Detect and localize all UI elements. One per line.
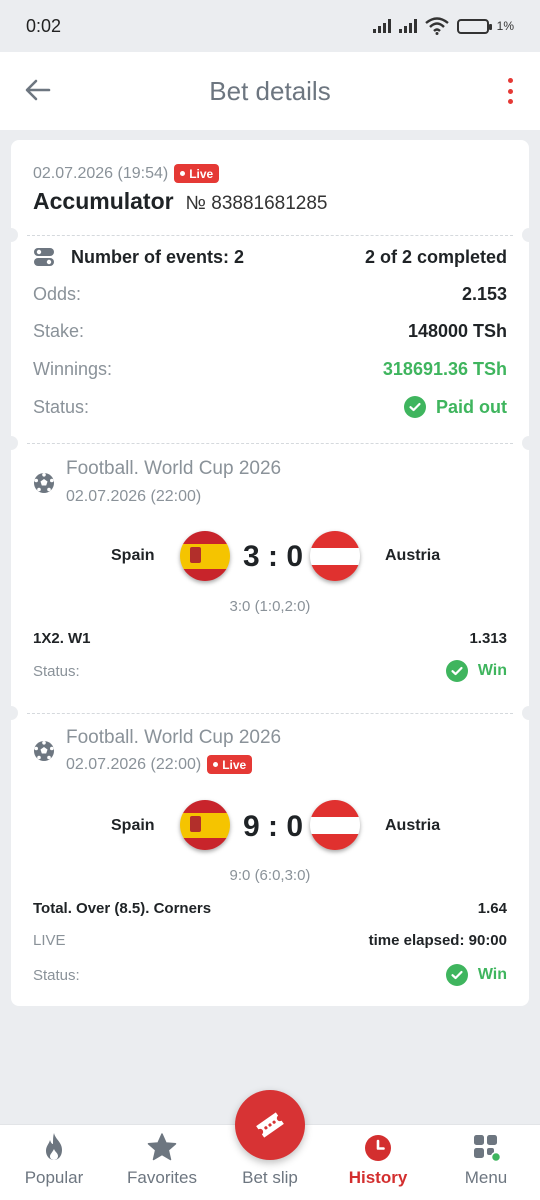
stake-row: Stake: 148000 TSh: [33, 321, 507, 342]
status-time: 0:02: [26, 15, 62, 36]
market-name: 1X2. W1: [33, 630, 91, 647]
odds-row: Odds: 2.153: [33, 284, 507, 305]
event-league: Football. World Cup 2026: [66, 458, 282, 479]
ticket-icon: [256, 1112, 284, 1138]
nav-history[interactable]: History: [324, 1125, 432, 1200]
page-title: Bet details: [209, 75, 331, 106]
completed-count: 2 of 2 completed: [364, 246, 507, 267]
event-item[interactable]: Football. World Cup 2026 02.07.2026 (22:…: [11, 444, 529, 708]
nav-popular-label: Popular: [24, 1168, 84, 1187]
bet-details-card: 02.07.2026 (19:54) Live Accumulator № 83…: [4, 140, 536, 1006]
event-status-row: Status: Win: [33, 964, 507, 986]
event-status-value: Win: [477, 966, 507, 983]
score: 9 : 0: [243, 810, 304, 843]
score: 3 : 0: [243, 540, 304, 573]
ticket-notch: [522, 228, 536, 242]
market-name: Total. Over (8.5). Corners: [33, 900, 212, 917]
events-count: Number of events: 2: [71, 246, 245, 267]
time-elapsed: time elapsed: 90:00: [368, 932, 507, 949]
star-icon: [147, 1133, 177, 1161]
more-options-icon[interactable]: [506, 78, 514, 104]
bet-slip-button[interactable]: [235, 1090, 305, 1160]
event-datetime: 02.07.2026 (22:00): [66, 755, 202, 773]
away-team: Austria: [385, 547, 441, 564]
spain-flag-icon: [180, 531, 230, 581]
bet-title-row: Accumulator № 83881681285: [33, 188, 328, 215]
signal-icon: [372, 19, 391, 33]
toggle-list-icon: [34, 248, 54, 266]
home-team: Spain: [111, 817, 155, 834]
away-team: Austria: [385, 817, 441, 834]
check-circle-icon: [445, 660, 468, 682]
stake-label: Stake:: [33, 321, 85, 341]
divider: [27, 235, 513, 236]
event-item[interactable]: Football. World Cup 2026 02.07.2026 (22:…: [11, 714, 529, 1006]
bet-datetime-row: 02.07.2026 (19:54) Live: [33, 164, 220, 183]
live-text: LIVE: [33, 932, 66, 949]
odds-label: Odds:: [33, 284, 82, 304]
live-badge: Live: [207, 755, 253, 774]
bet-datetime: 02.07.2026 (19:54): [33, 164, 169, 182]
winnings-value: 318691.36 TSh: [382, 359, 507, 379]
bet-status-label: Status:: [33, 396, 90, 417]
battery-icon: [456, 18, 492, 34]
grid-menu-icon: [474, 1135, 501, 1162]
live-row: LIVE time elapsed: 90:00: [33, 932, 507, 949]
battery-percent: 1%: [496, 19, 514, 33]
spain-flag-icon: [180, 800, 230, 850]
nav-menu-label: Menu: [464, 1168, 508, 1187]
flame-icon: [46, 1133, 62, 1160]
event-status-value: Win: [477, 662, 507, 679]
austria-flag-icon: [310, 531, 360, 581]
market-row: Total. Over (8.5). Corners 1.64: [33, 900, 507, 917]
event-datetime-row: 02.07.2026 (22:00) Live: [66, 755, 253, 774]
live-badge-label: Live: [189, 166, 214, 181]
nav-popular[interactable]: Popular: [0, 1125, 108, 1200]
status-icons: 1%: [372, 17, 514, 35]
winnings-label: Winnings:: [33, 359, 113, 379]
app-header: Bet details: [0, 52, 540, 130]
nav-history-label: History: [348, 1168, 408, 1187]
nav-favorites[interactable]: Favorites: [108, 1125, 216, 1200]
events-row: Number of events: 2 2 of 2 completed: [33, 246, 507, 268]
austria-flag-icon: [310, 800, 360, 850]
status-bar: 0:02 1%: [0, 0, 540, 52]
market-row: 1X2. W1 1.313: [33, 630, 507, 647]
stake-value: 148000 TSh: [407, 321, 507, 341]
bet-status-value: Paid out: [436, 396, 507, 417]
clock-icon: [365, 1135, 391, 1161]
check-circle-icon: [445, 964, 468, 986]
home-team: Spain: [111, 547, 155, 564]
event-datetime: 02.07.2026 (22:00): [66, 488, 202, 505]
odds-value: 2.153: [461, 284, 507, 304]
nav-favorites-label: Favorites: [127, 1168, 197, 1187]
ticket-notch: [4, 228, 18, 242]
score-detail: 9:0 (6:0,3:0): [229, 867, 311, 884]
check-circle-icon: [404, 396, 426, 418]
bet-status-row: Status: Paid out: [33, 396, 507, 418]
nav-menu[interactable]: Menu: [432, 1125, 540, 1200]
bet-type: Accumulator: [33, 188, 174, 214]
event-league: Football. World Cup 2026: [66, 727, 282, 748]
score-detail: 3:0 (1:0,2:0): [229, 598, 311, 615]
market-odds: 1.64: [477, 900, 507, 917]
live-badge: Live: [174, 164, 220, 183]
back-arrow-icon[interactable]: [22, 74, 54, 106]
event-status-label: Status:: [33, 662, 80, 680]
wifi-icon: [424, 17, 449, 35]
live-badge-label: Live: [222, 757, 247, 772]
football-icon: [34, 741, 54, 761]
market-odds: 1.313: [469, 630, 507, 647]
football-icon: [34, 473, 54, 493]
bet-number: № 83881681285: [185, 193, 328, 214]
signal-icon-2: [398, 19, 417, 33]
event-status-label: Status:: [33, 966, 80, 984]
event-status-row: Status: Win: [33, 660, 507, 682]
nav-betslip-label: Bet slip: [242, 1168, 298, 1187]
winnings-row: Winnings: 318691.36 TSh: [33, 359, 507, 380]
